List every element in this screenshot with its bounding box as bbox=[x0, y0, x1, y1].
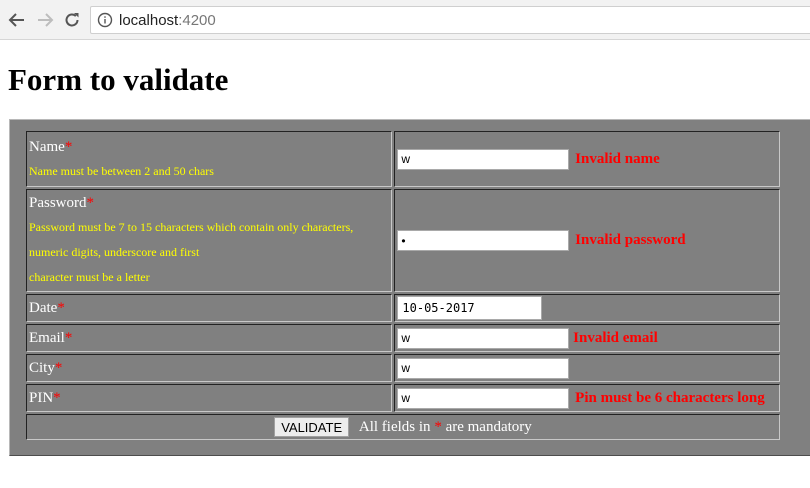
arrow-left-icon bbox=[8, 13, 24, 27]
footer-cell: VALIDATE All fields in * are mandatory bbox=[26, 414, 780, 440]
email-input[interactable] bbox=[397, 327, 570, 349]
password-hint-line: Password must be 7 to 15 characters whic… bbox=[29, 220, 354, 234]
arrow-right-icon bbox=[38, 13, 54, 27]
date-label-cell: Date* bbox=[26, 294, 393, 322]
validate-button[interactable]: VALIDATE bbox=[274, 417, 350, 437]
password-row: Password* Password must be 7 to 15 chara… bbox=[26, 189, 780, 292]
required-marker: * bbox=[64, 329, 73, 346]
city-label: City bbox=[29, 359, 55, 376]
required-marker: * bbox=[434, 418, 442, 435]
info-circle-icon[interactable] bbox=[97, 12, 113, 28]
name-input[interactable] bbox=[397, 148, 570, 170]
email-label-cell: Email* bbox=[26, 324, 393, 352]
validation-form: Name* Name must be between 2 and 50 char… bbox=[9, 119, 810, 456]
pin-input[interactable] bbox=[397, 387, 570, 409]
pin-field-cell: Pin must be 6 characters long bbox=[394, 384, 780, 412]
page-title: Form to validate bbox=[8, 62, 229, 97]
required-marker: * bbox=[86, 195, 95, 211]
pin-error: Pin must be 6 characters long bbox=[575, 389, 765, 406]
password-label-cell: Password* Password must be 7 to 15 chara… bbox=[26, 189, 393, 292]
password-hint-line: numeric digits, underscore and first bbox=[29, 245, 200, 259]
mandatory-note: All fields in * are mandatory bbox=[359, 419, 532, 435]
password-input[interactable] bbox=[397, 230, 570, 251]
email-field-cell: Invalid email bbox=[394, 324, 780, 352]
password-hint-line: character must be a letter bbox=[29, 270, 150, 284]
form-table: Name* Name must be between 2 and 50 char… bbox=[24, 129, 782, 442]
email-row: Email* Invalid email bbox=[26, 324, 780, 352]
email-label: Email bbox=[29, 329, 65, 346]
browser-toolbar: localhost:4200 bbox=[0, 0, 810, 40]
required-marker: * bbox=[54, 359, 63, 376]
name-label-cell: Name* Name must be between 2 and 50 char… bbox=[26, 131, 393, 187]
address-bar[interactable]: localhost:4200 bbox=[90, 6, 810, 34]
name-error: Invalid name bbox=[575, 150, 660, 167]
name-hint: Name must be between 2 and 50 chars bbox=[29, 163, 214, 178]
date-field-cell bbox=[394, 294, 780, 322]
email-error: Invalid email bbox=[573, 329, 658, 346]
required-marker: * bbox=[53, 389, 61, 406]
name-label: Name bbox=[29, 138, 65, 155]
mandatory-note-suffix: are mandatory bbox=[445, 418, 532, 435]
name-field-cell: Invalid name bbox=[394, 131, 780, 187]
pin-label: PIN bbox=[29, 389, 54, 406]
mandatory-note-prefix: All fields in bbox=[358, 418, 431, 435]
city-row: City* bbox=[26, 354, 780, 382]
date-label: Date bbox=[29, 299, 58, 316]
city-label-cell: City* bbox=[26, 354, 393, 382]
city-input[interactable] bbox=[397, 357, 570, 379]
name-row: Name* Name must be between 2 and 50 char… bbox=[26, 131, 780, 187]
city-field-cell bbox=[394, 354, 780, 382]
required-marker: * bbox=[64, 138, 73, 155]
reload-icon bbox=[65, 13, 79, 27]
reload-button[interactable] bbox=[61, 9, 83, 31]
pin-row: PIN* Pin must be 6 characters long bbox=[26, 384, 780, 412]
url-port: :4200 bbox=[178, 11, 216, 29]
url-host: localhost bbox=[119, 11, 179, 29]
password-label: Password bbox=[29, 195, 87, 211]
pin-label-cell: PIN* bbox=[26, 384, 393, 412]
password-error: Invalid password bbox=[575, 232, 686, 248]
footer-row: VALIDATE All fields in * are mandatory bbox=[26, 414, 780, 440]
forward-button[interactable] bbox=[34, 9, 56, 31]
required-marker: * bbox=[57, 299, 65, 316]
date-input[interactable] bbox=[397, 296, 543, 320]
date-row: Date* bbox=[26, 294, 780, 322]
password-field-cell: Invalid password bbox=[394, 189, 780, 292]
back-button[interactable] bbox=[6, 9, 28, 31]
